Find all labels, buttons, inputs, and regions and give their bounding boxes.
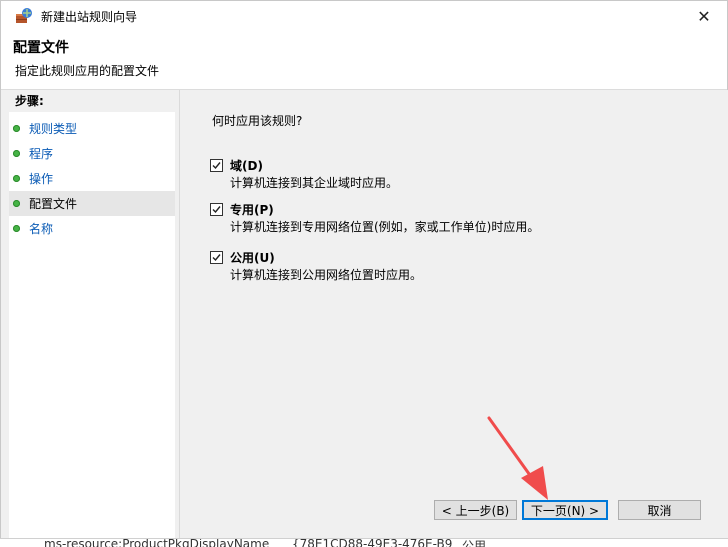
page-subtitle: 指定此规则应用的配置文件 xyxy=(15,64,160,78)
step-status-icon xyxy=(13,150,20,157)
steps-heading: 步骤: xyxy=(9,90,175,112)
step-status-icon xyxy=(13,175,20,182)
step-program[interactable]: 程序 xyxy=(9,141,175,166)
step-status-icon xyxy=(13,125,20,132)
step-profile: 配置文件 xyxy=(9,191,175,216)
wizard-window: 新建出站规则向导 ✕ 配置文件 指定此规则应用的配置文件 步骤: 规则类型 程序… xyxy=(0,0,728,540)
public-checkbox[interactable] xyxy=(210,251,223,264)
window-title: 新建出站规则向导 xyxy=(41,9,138,24)
private-checkbox[interactable] xyxy=(210,203,223,216)
step-rule-type[interactable]: 规则类型 xyxy=(9,116,175,141)
domain-description: 计算机连接到其企业域时应用。 xyxy=(230,176,399,190)
next-button[interactable]: 下一页(N) > xyxy=(522,500,608,520)
step-status-icon xyxy=(13,200,20,207)
step-action[interactable]: 操作 xyxy=(9,166,175,191)
question-label: 何时应用该规则? xyxy=(212,114,303,128)
cancel-button[interactable]: 取消 xyxy=(618,500,701,520)
public-label[interactable]: 公用(U) xyxy=(230,249,275,266)
step-name[interactable]: 名称 xyxy=(9,216,175,241)
private-label[interactable]: 专用(P) xyxy=(230,201,274,218)
steps-list: 规则类型 程序 操作 配置文件 名称 xyxy=(9,116,175,241)
main-pane: 何时应用该规则? 域(D) 计算机连接到其企业域时应用。 专用(P) 计算机连接… xyxy=(179,90,728,539)
checkmark-icon xyxy=(212,162,221,170)
public-description: 计算机连接到公用网络位置时应用。 xyxy=(230,268,423,282)
steps-sidebar: 步骤: 规则类型 程序 操作 配置文件 名称 xyxy=(9,90,175,540)
close-button[interactable]: ✕ xyxy=(681,1,727,31)
back-button[interactable]: < 上一步(B) xyxy=(434,500,517,520)
domain-label[interactable]: 域(D) xyxy=(230,157,263,174)
firewall-app-icon xyxy=(15,7,33,25)
step-label: 规则类型 xyxy=(29,122,78,136)
step-status-icon xyxy=(13,225,20,232)
private-description: 计算机连接到专用网络位置(例如，家或工作单位)时应用。 xyxy=(230,220,540,234)
step-label: 操作 xyxy=(29,172,54,186)
checkmark-icon xyxy=(212,206,221,214)
title-bar: 新建出站规则向导 ✕ xyxy=(1,1,727,31)
wizard-header: 配置文件 指定此规则应用的配置文件 xyxy=(1,31,727,90)
checkmark-icon xyxy=(212,254,221,262)
step-label: 程序 xyxy=(29,147,54,161)
domain-checkbox[interactable] xyxy=(210,159,223,172)
step-label: 配置文件 xyxy=(29,197,78,211)
page-title: 配置文件 xyxy=(13,40,69,56)
step-label: 名称 xyxy=(29,222,54,236)
